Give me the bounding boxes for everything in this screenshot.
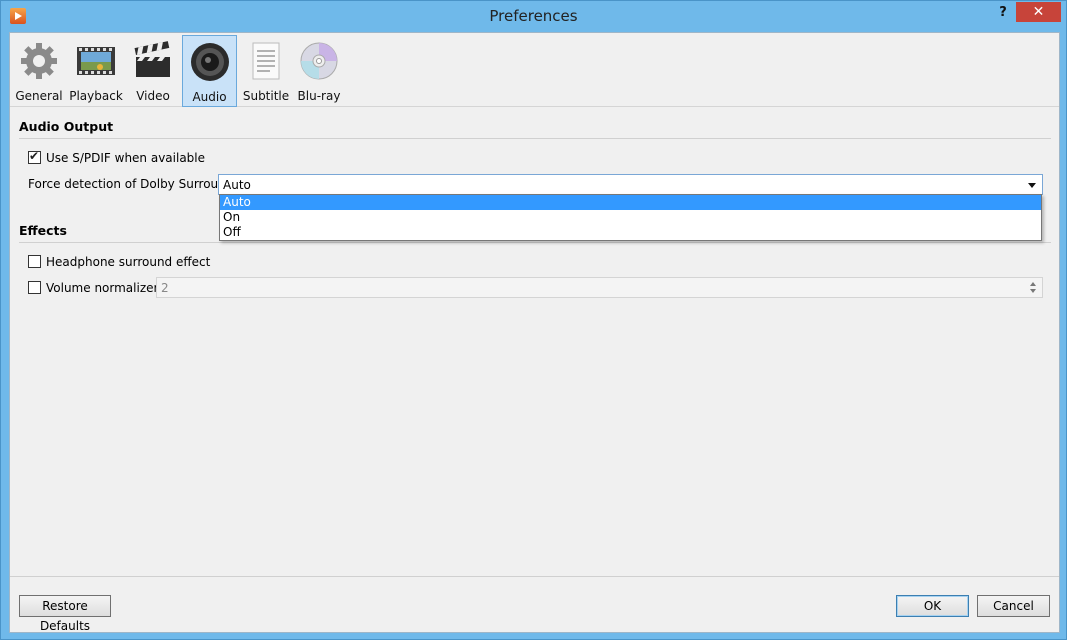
cancel-button[interactable]: Cancel: [977, 595, 1050, 617]
section-divider: [19, 242, 1051, 243]
dropdown-option-auto[interactable]: Auto: [220, 195, 1041, 210]
speaker-icon: [190, 43, 229, 81]
preferences-window: Preferences ? ✕ General Playback Video A…: [0, 0, 1067, 640]
dolby-selected-value: Auto: [223, 178, 251, 192]
dialog-body: General Playback Video Audio Subtitle Bl…: [9, 32, 1060, 633]
spdif-checkbox[interactable]: [28, 149, 41, 164]
gear-icon: [21, 43, 57, 79]
headphone-surround-checkbox[interactable]: [28, 255, 41, 268]
category-toolbar: General Playback Video Audio Subtitle Bl…: [10, 33, 1059, 107]
section-divider: [19, 138, 1051, 139]
audio-output-heading: Audio Output: [19, 119, 114, 134]
chevron-down-icon[interactable]: [1028, 183, 1036, 188]
ok-button[interactable]: OK: [896, 595, 969, 617]
disc-icon: [300, 42, 338, 80]
help-button[interactable]: ?: [994, 5, 1012, 23]
tab-blu-ray[interactable]: Blu-ray: [295, 35, 343, 107]
tab-label: General: [15, 89, 63, 103]
clapperboard-icon: [134, 41, 170, 77]
spdif-label[interactable]: Use S/PDIF when available: [46, 151, 205, 165]
document-icon: [252, 42, 280, 80]
dolby-label: Force detection of Dolby Surround:: [28, 177, 238, 191]
effects-heading: Effects: [19, 223, 67, 238]
tab-playback[interactable]: Playback: [68, 35, 124, 107]
spin-buttons[interactable]: [1027, 279, 1041, 296]
film-strip-icon: [77, 47, 115, 75]
restore-defaults-button[interactable]: Restore Defaults: [19, 595, 111, 633]
volume-normalizer-spinbox[interactable]: 2: [156, 277, 1043, 298]
dropdown-option-on[interactable]: On: [220, 210, 1041, 225]
dropdown-option-off[interactable]: Off: [220, 225, 1041, 240]
volume-normalizer-label[interactable]: Volume normalizer: [46, 281, 158, 295]
tab-label: Blu-ray: [297, 89, 341, 103]
spinbox-value: 2: [161, 281, 169, 295]
tab-label: Audio: [192, 90, 227, 104]
spin-down-icon[interactable]: [1030, 289, 1036, 293]
tab-subtitle[interactable]: Subtitle: [239, 35, 293, 107]
tab-label: Video: [136, 89, 170, 103]
tab-label: Playback: [69, 89, 123, 103]
tab-video[interactable]: Video: [126, 35, 180, 107]
spin-up-icon[interactable]: [1030, 282, 1036, 286]
title-bar[interactable]: Preferences ? ✕: [1, 1, 1066, 32]
dolby-dropdown-list: Auto On Off: [219, 194, 1042, 241]
tab-audio[interactable]: Audio: [182, 35, 237, 107]
close-button[interactable]: ✕: [1016, 2, 1061, 22]
tab-label: Subtitle: [242, 89, 290, 103]
volume-normalizer-checkbox[interactable]: [28, 281, 41, 294]
tab-general[interactable]: General: [12, 35, 66, 107]
dolby-surround-select[interactable]: Auto: [218, 174, 1043, 195]
window-title: Preferences: [489, 7, 578, 25]
headphone-surround-label[interactable]: Headphone surround effect: [46, 255, 210, 269]
footer-divider: [10, 576, 1059, 577]
